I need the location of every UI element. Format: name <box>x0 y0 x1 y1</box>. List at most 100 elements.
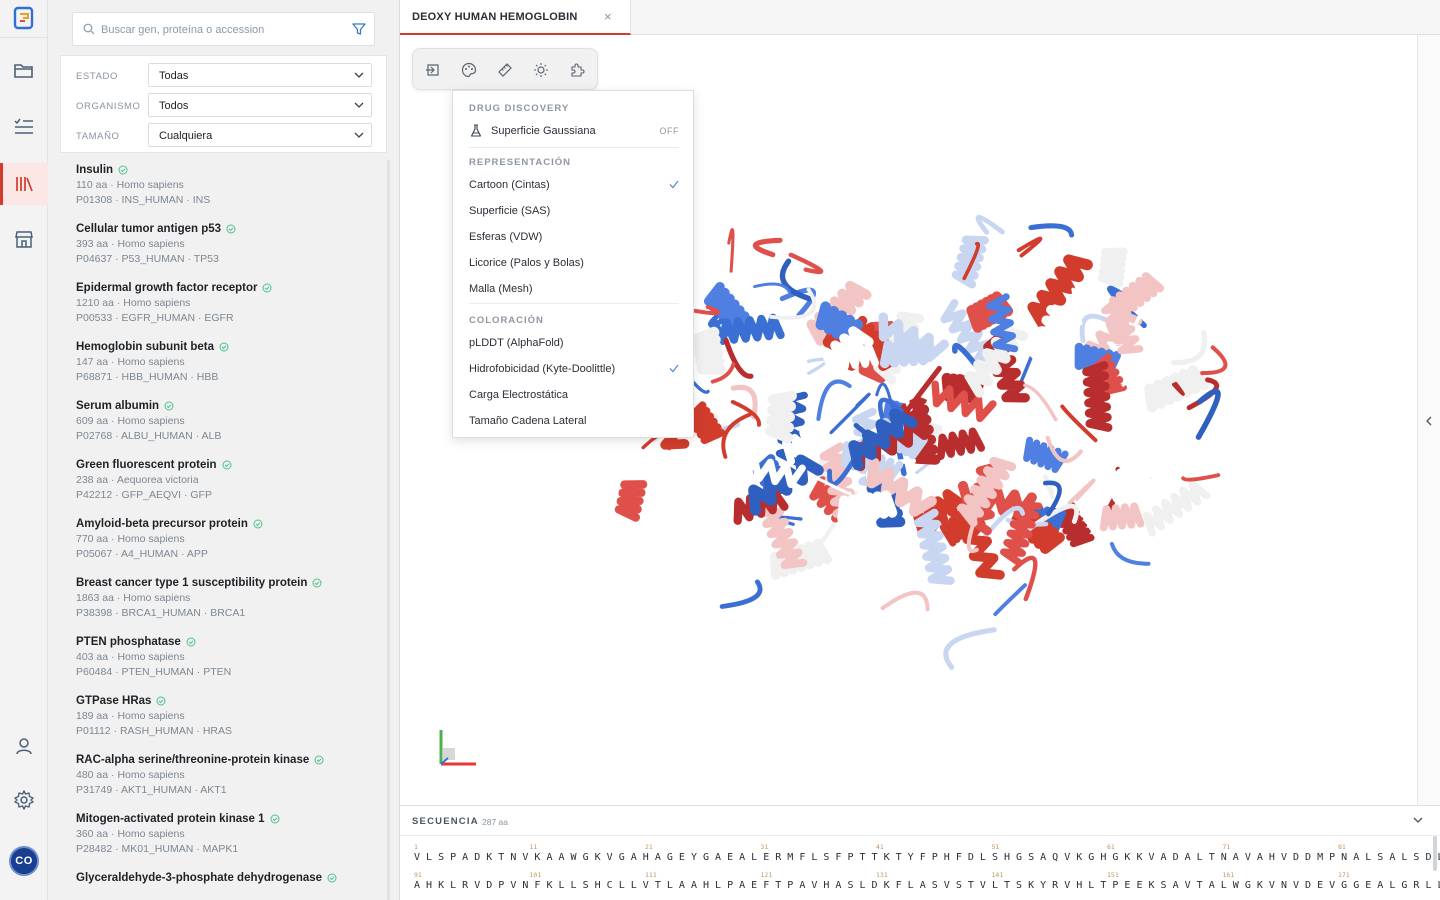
verified-icon <box>314 755 324 765</box>
sequence-row[interactable]: 1 11 21 31 41 51 61 71 81 V L S P A D K T N V K … <box>414 843 1440 865</box>
list-item[interactable]: Hemoglobin subunit beta 147 aa · Homo sap… <box>76 339 376 395</box>
close-icon[interactable]: × <box>604 10 612 23</box>
list-item[interactable]: Insulin 110 aa · Homo sapiens P01308 · INS… <box>76 162 376 218</box>
list-scrollbar[interactable] <box>387 160 390 900</box>
chevron-left-icon[interactable] <box>1424 415 1434 427</box>
residue-marker: 51 <box>991 843 1000 851</box>
coloring-option[interactable]: pLDDT (AlphaFold) <box>469 333 679 353</box>
list-item[interactable]: RAC-alpha serine/threonine-protein kinas… <box>76 752 376 808</box>
loop-segment <box>779 258 813 302</box>
protein-meta: 393 aa · Homo sapiens <box>76 238 185 250</box>
helix-segment <box>691 326 726 375</box>
loop-segment <box>753 237 783 258</box>
rail-store-button[interactable] <box>0 218 48 260</box>
search-input[interactable] <box>101 21 341 39</box>
rail-settings-button[interactable] <box>0 779 48 821</box>
helix-segment <box>765 390 797 444</box>
protein-name: Epidermal growth factor receptor <box>76 280 376 296</box>
rail-divider <box>0 37 48 38</box>
representation-option[interactable]: Cartoon (Cintas) <box>469 175 679 195</box>
loop-segment <box>719 579 763 609</box>
verified-icon <box>327 873 337 883</box>
protein-name: PTEN phosphatase <box>76 634 376 650</box>
list-item[interactable]: Epidermal growth factor receptor 1210 aa … <box>76 280 376 336</box>
import-button[interactable] <box>423 60 443 80</box>
library-icon <box>16 177 33 192</box>
representation-option[interactable]: Superficie (SAS) <box>469 201 679 221</box>
viewer-toolbar <box>412 48 598 90</box>
rail-checklist-button[interactable] <box>0 106 48 148</box>
measure-button[interactable] <box>495 60 515 80</box>
store-icon <box>15 231 33 248</box>
protein-name-text: Green fluorescent protein <box>76 459 217 471</box>
protein-structure[interactable] <box>600 135 1240 705</box>
coloring-button[interactable] <box>459 60 479 80</box>
molecule-viewer[interactable]: DRUG DISCOVERY Superficie Gaussiana OFF … <box>400 35 1417 805</box>
list-item[interactable]: GTPase HRas 189 aa · Homo sapiens P01112 ·… <box>76 693 376 749</box>
list-item[interactable]: PTEN phosphatase 403 aa · Homo sapiens P60… <box>76 634 376 690</box>
gaussian-surface-toggle[interactable]: Superficie Gaussiana OFF <box>469 121 679 141</box>
protein-meta: 1210 aa · Homo sapiens <box>76 297 191 309</box>
list-item[interactable]: Breast cancer type 1 susceptibility prot… <box>76 575 376 631</box>
protein-name: Hemoglobin subunit beta <box>76 339 376 355</box>
sequence-header[interactable]: SECUENCIA 287 aa <box>400 806 1440 836</box>
representation-option[interactable]: Malla (Mesh) <box>469 279 679 299</box>
select-value: Cualquiera <box>159 130 213 142</box>
folder-icon <box>14 64 33 78</box>
check-icon <box>669 364 679 373</box>
loop-segment <box>721 411 754 459</box>
menu-divider <box>469 147 679 148</box>
toggle-state: OFF <box>659 126 679 136</box>
sequence-row[interactable]: 91 101 111 121 131 141 151 161 171 A H K L R V D… <box>414 871 1440 893</box>
filter-label: TAMAÑO <box>76 131 120 142</box>
verified-icon <box>222 460 232 470</box>
list-item[interactable]: Mitogen-activated protein kinase 1 360 aa… <box>76 811 376 867</box>
chevron-down-icon[interactable] <box>1412 816 1424 824</box>
menu-item-label: Tamaño Cadena Lateral <box>469 415 587 427</box>
chevron-down-icon <box>354 102 364 108</box>
app-logo-icon[interactable] <box>13 6 35 30</box>
representation-option[interactable]: Esferas (VDW) <box>469 227 679 247</box>
protein-meta: 110 aa · Homo sapiens <box>76 179 184 191</box>
coloring-option[interactable]: Hidrofobicidad (Kyte-Doolittle) <box>469 359 679 379</box>
estado-select[interactable]: Todas <box>148 63 372 87</box>
sequence-scrollbar[interactable] <box>1433 836 1437 871</box>
protein-name: GTPase HRas <box>76 693 376 709</box>
filter-row-estado: ESTADO Todas <box>61 63 388 87</box>
helix-segment <box>757 497 808 569</box>
residue-marker: 161 <box>1222 871 1235 879</box>
helix-segment <box>1023 436 1069 473</box>
tab-deoxy-human-hemoglobin[interactable]: DEOXY HUMAN HEMOGLOBIN × <box>400 0 631 35</box>
checklist-icon <box>14 118 33 134</box>
list-item[interactable]: Serum albumin 609 aa · Homo sapiens P02768… <box>76 398 376 454</box>
protein-ids: P28482 · MK01_HUMAN · MAPK1 <box>76 843 239 855</box>
organismo-select[interactable]: Todos <box>148 93 372 117</box>
list-item[interactable]: Cellular tumor antigen p53 393 aa · Homo … <box>76 221 376 277</box>
helix-segment <box>837 490 898 524</box>
residue-marker: 91 <box>414 871 422 879</box>
loop-segment <box>1121 356 1148 387</box>
protein-ids: P04637 · P53_HUMAN · TP53 <box>76 253 219 265</box>
helix-segment <box>1097 247 1128 288</box>
coloring-option[interactable]: Carga Electrostática <box>469 385 679 405</box>
rail-library-button[interactable] <box>0 163 48 205</box>
protein-name: Cellular tumor antigen p53 <box>76 221 376 237</box>
rail-user-button[interactable] <box>0 725 48 767</box>
filter-icon[interactable] <box>352 22 366 36</box>
list-item[interactable]: Green fluorescent protein 238 aa · Aequor… <box>76 457 376 513</box>
loop-segment <box>816 379 852 421</box>
plugin-button[interactable] <box>567 60 587 80</box>
avatar[interactable]: CO <box>9 846 39 876</box>
sequence-title: SECUENCIA <box>412 816 479 827</box>
list-item[interactable]: Glyceraldehyde-3-phosphate dehydrogenase <box>76 870 376 900</box>
rail-folder-button[interactable] <box>0 50 48 92</box>
verified-icon <box>186 637 196 647</box>
protein-meta: 189 aa · Homo sapiens <box>76 710 185 722</box>
verified-icon <box>164 401 174 411</box>
list-item[interactable]: Amyloid-beta precursor protein 770 aa · H… <box>76 516 376 572</box>
coloring-option[interactable]: Tamaño Cadena Lateral <box>469 411 679 431</box>
tamano-select[interactable]: Cualquiera <box>148 123 372 147</box>
residue-marker: 41 <box>876 843 884 851</box>
representation-option[interactable]: Licorice (Palos y Bolas) <box>469 253 679 273</box>
lighting-button[interactable] <box>531 60 551 80</box>
